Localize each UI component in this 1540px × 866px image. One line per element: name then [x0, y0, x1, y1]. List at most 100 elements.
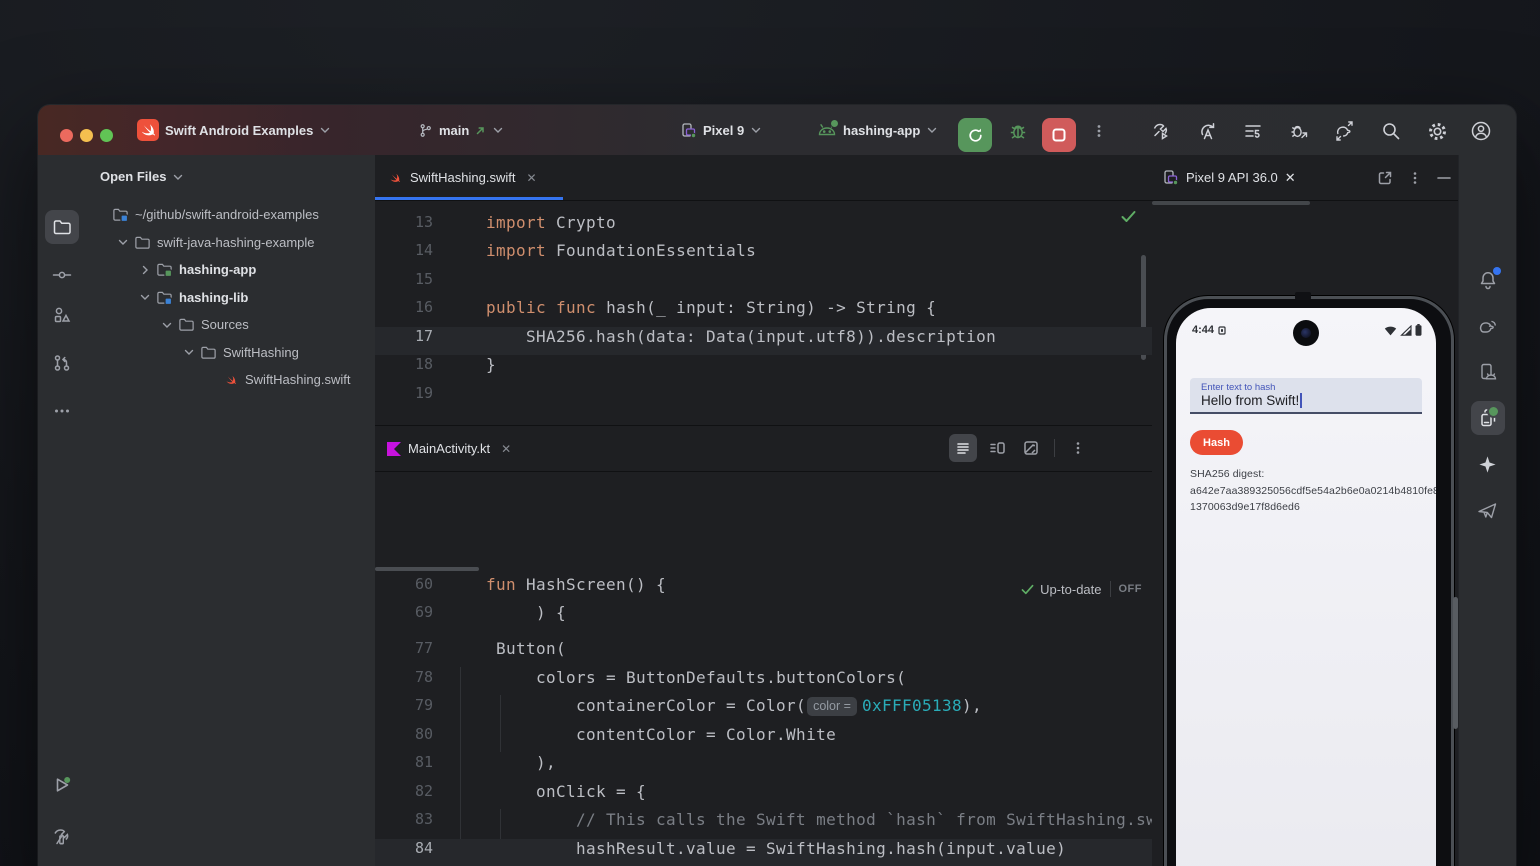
- close-tab-icon[interactable]: ✕: [1285, 170, 1296, 186]
- project-view-mode-selector[interactable]: Open Files: [100, 169, 184, 184]
- pull-requests-button[interactable]: [45, 346, 79, 380]
- device-name: Pixel 9: [703, 123, 744, 138]
- more-run-actions-kebab-icon[interactable]: [1088, 120, 1110, 142]
- line-number: 80: [411, 725, 433, 743]
- branch-selector[interactable]: main: [418, 105, 504, 155]
- swift-logo-icon: [137, 119, 159, 141]
- line-number: 17: [411, 327, 433, 345]
- folder-icon: [200, 344, 217, 361]
- editor-mainactivity[interactable]: Up-to-date OFF 60fun HashScreen() {69) {…: [375, 571, 1152, 866]
- run-tool-window-button[interactable]: [45, 768, 79, 802]
- tree-item-label: swift-java-hashing-example: [157, 235, 315, 250]
- code-line-83: 83// This calls the Swift method `hash` …: [375, 810, 1152, 838]
- signal-icon: [1400, 325, 1412, 336]
- panel-scrollbar[interactable]: [1152, 201, 1310, 205]
- open-in-window-icon[interactable]: [1377, 170, 1393, 186]
- gradle-sync-icon[interactable]: [1334, 120, 1356, 142]
- line-number: 82: [411, 782, 433, 800]
- close-window-button[interactable]: [60, 129, 73, 142]
- hide-panel-minus-icon[interactable]: [1437, 176, 1451, 180]
- account-profile-icon[interactable]: [1470, 120, 1492, 142]
- notifications-bell-button[interactable]: [1471, 263, 1505, 297]
- minimize-window-button[interactable]: [80, 129, 93, 142]
- tab-label: SwiftHashing.swift: [410, 170, 515, 185]
- phone-status-bar: 4:44: [1176, 322, 1436, 342]
- close-tab-icon[interactable]: ✕: [526, 171, 536, 185]
- device-phone-icon: [680, 122, 697, 139]
- digest-value-line2: 1370063d9e17f8d6ed6: [1190, 501, 1300, 513]
- run-configuration-selector[interactable]: hashing-app: [817, 105, 938, 155]
- chevron-down-icon[interactable]: [115, 234, 131, 250]
- hash-input-field[interactable]: Enter text to hash Hello from Swift!: [1190, 378, 1422, 414]
- code-line-19: 19: [375, 384, 1152, 412]
- running-devices-header: Pixel 9 API 36.0 ✕: [1152, 155, 1459, 201]
- editor-swifthashing[interactable]: 13import Crypto14import FoundationEssent…: [375, 200, 1152, 425]
- editor-area: SwiftHashing.swift ✕ 13import Crypto14im…: [375, 155, 1153, 866]
- panel-options-kebab-icon[interactable]: [1409, 171, 1421, 185]
- device-selector[interactable]: Pixel 9: [680, 105, 762, 155]
- code-line-13: 13import Crypto: [375, 213, 1152, 241]
- build-variants-list-icon[interactable]: [1242, 120, 1264, 142]
- bottom-editor-tab-bar: MainActivity.kt ✕: [375, 425, 1152, 472]
- more-tool-windows-button[interactable]: [45, 394, 79, 428]
- chevron-right-icon[interactable]: [137, 262, 153, 278]
- close-tab-icon[interactable]: ✕: [501, 442, 511, 456]
- gradle-tool-window-button[interactable]: [1471, 309, 1505, 343]
- project-tool-window-button[interactable]: [45, 210, 79, 244]
- chevron-down-icon: [172, 171, 184, 183]
- top-editor-tab-bar: SwiftHashing.swift ✕: [375, 155, 1152, 201]
- text-caret: [1300, 393, 1302, 408]
- running-devices-button[interactable]: [1471, 401, 1505, 435]
- code-line-69: 69) {: [375, 603, 1152, 631]
- project-name: Swift Android Examples: [165, 123, 313, 138]
- device-manager-button[interactable]: [1471, 355, 1505, 389]
- maximize-window-button[interactable]: [100, 129, 113, 142]
- tree-item-label: Sources: [201, 317, 249, 332]
- code-view-button[interactable]: [949, 434, 977, 462]
- swift-file-icon: [387, 170, 403, 186]
- title-bar: Swift Android Examples main: [38, 105, 1516, 156]
- build-tool-window-button[interactable]: [45, 820, 79, 854]
- profiler-bug-icon[interactable]: [1288, 120, 1310, 142]
- commit-tool-window-button[interactable]: [45, 258, 79, 292]
- status-roaming-icon: [1218, 326, 1226, 335]
- debug-button[interactable]: [1007, 120, 1029, 142]
- tree-item-label: hashing-app: [179, 262, 256, 277]
- tree-item-label: SwiftHashing: [223, 345, 299, 360]
- chevron-down-icon[interactable]: [159, 317, 175, 333]
- chevron-down-icon: [926, 124, 938, 136]
- tab-mainactivity-kt[interactable]: MainActivity.kt ✕: [375, 426, 551, 471]
- rerun-button[interactable]: [958, 118, 992, 152]
- tree-item-swift-java-hashing-example[interactable]: swift-java-hashing-example: [86, 229, 404, 257]
- settings-gear-icon[interactable]: [1426, 120, 1448, 142]
- folder-badge-green-icon: [156, 261, 173, 278]
- sync-translate-icon[interactable]: [1196, 120, 1218, 142]
- line-number: 13: [411, 213, 433, 231]
- line-number: 60: [411, 575, 433, 593]
- airplane-button[interactable]: [1471, 493, 1505, 527]
- editor-options-kebab-icon[interactable]: [1064, 434, 1092, 462]
- split-view-button[interactable]: [983, 434, 1011, 462]
- swift-file-icon: [222, 371, 239, 388]
- tab-swifthashing-swift[interactable]: SwiftHashing.swift ✕: [375, 155, 561, 200]
- gemini-sparkle-button[interactable]: [1471, 447, 1505, 481]
- hash-button[interactable]: Hash: [1190, 430, 1243, 455]
- code-line-78: 78colors = ButtonDefaults.buttonColors(: [375, 668, 1152, 696]
- code-line-60: 60fun HashScreen() {: [375, 575, 1152, 603]
- search-icon[interactable]: [1380, 120, 1402, 142]
- project-selector[interactable]: Swift Android Examples: [137, 105, 331, 155]
- stop-button[interactable]: [1042, 118, 1076, 152]
- notification-dot: [1493, 267, 1501, 275]
- phone-screen[interactable]: 4:44 Enter text to hash Hello from Swift…: [1176, 308, 1436, 866]
- tree-item--github-swift-android-examples[interactable]: ~/github/swift-android-examples: [86, 201, 382, 229]
- design-view-button[interactable]: [1017, 434, 1045, 462]
- resource-manager-button[interactable]: [45, 298, 79, 332]
- line-number: 19: [411, 384, 433, 402]
- chevron-down-icon[interactable]: [137, 289, 153, 305]
- code-line-15: 15: [375, 270, 1152, 298]
- chevron-down-icon[interactable]: [181, 344, 197, 360]
- build-icon[interactable]: [1150, 120, 1172, 142]
- device-tab[interactable]: Pixel 9 API 36.0 ✕: [1162, 155, 1296, 200]
- project-view-mode-label: Open Files: [100, 169, 166, 184]
- code-line-84: 84hashResult.value = SwiftHashing.hash(i…: [375, 839, 1152, 866]
